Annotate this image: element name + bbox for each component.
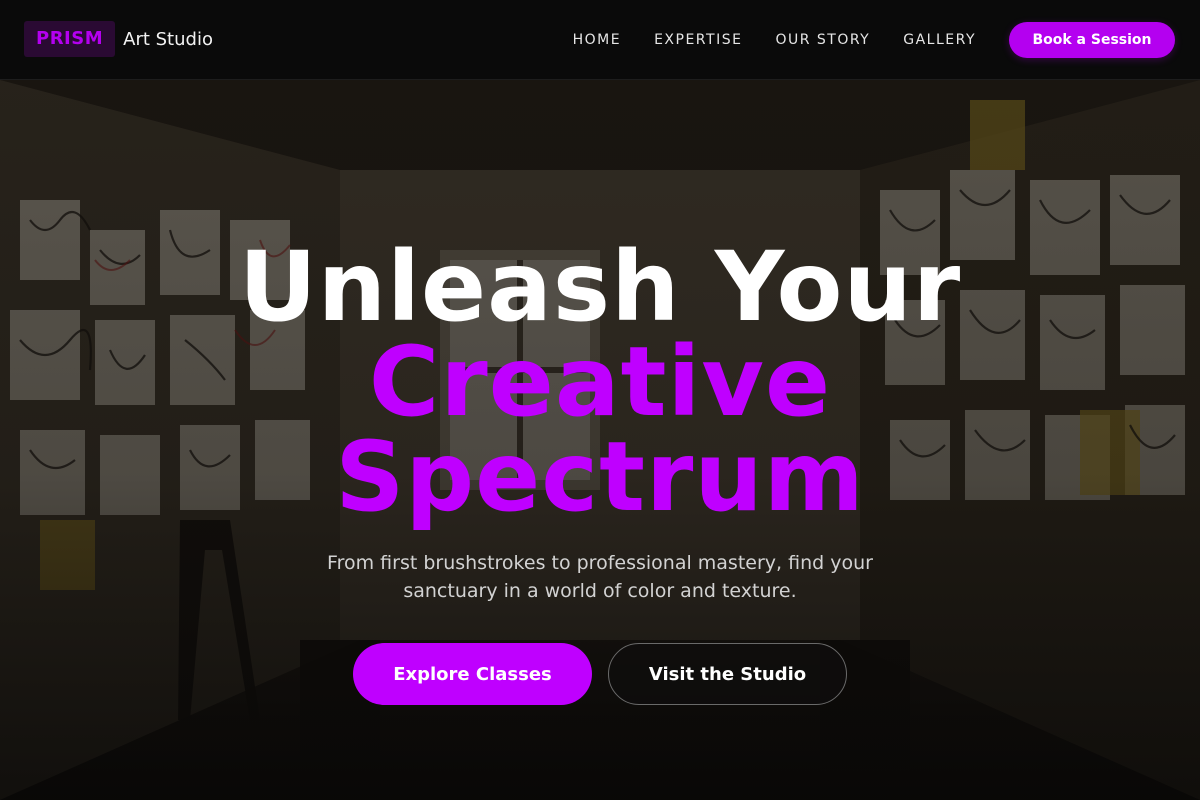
- nav-link-gallery[interactable]: GALLERY: [903, 31, 976, 49]
- landing-page: PRISM Art Studio HOME EXPERTISE OUR STOR…: [0, 0, 1200, 800]
- explore-classes-button[interactable]: Explore Classes: [353, 643, 592, 705]
- nav-link-home[interactable]: HOME: [573, 31, 621, 49]
- brand-name: Art Studio: [123, 28, 213, 50]
- headline-line-3: Spectrum: [335, 421, 865, 533]
- nav-links: HOME EXPERTISE OUR STORY GALLERY: [540, 31, 976, 49]
- hero-subtitle: From first brushstrokes to professional …: [327, 552, 873, 602]
- book-session-button[interactable]: Book a Session: [1009, 22, 1175, 58]
- hero-section: Unleash Your Creative Spectrum From firs…: [0, 231, 1200, 705]
- visit-studio-button[interactable]: Visit the Studio: [608, 643, 847, 705]
- brand-mark: PRISM: [24, 21, 116, 57]
- headline-line-1: Unleash Your: [238, 231, 962, 343]
- nav-link-expertise[interactable]: EXPERTISE: [654, 31, 742, 49]
- nav-link-our-story[interactable]: OUR STORY: [775, 31, 870, 49]
- headline-line-2: Creative: [368, 326, 832, 438]
- top-navigation: PRISM Art Studio HOME EXPERTISE OUR STOR…: [0, 0, 1200, 80]
- hero-headline: Unleash Your Creative Spectrum: [0, 231, 1200, 533]
- hero-cta-row: Explore Classes Visit the Studio: [0, 643, 1200, 705]
- brand-logo[interactable]: PRISM Art Studio: [24, 21, 213, 57]
